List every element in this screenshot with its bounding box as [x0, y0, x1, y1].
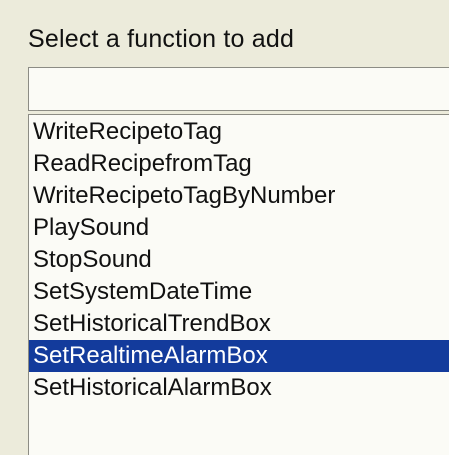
list-item[interactable]: SetSystemDateTime	[29, 276, 449, 308]
list-item[interactable]: WriteRecipetoTagByNumber	[29, 180, 449, 212]
function-selection-dialog: Select a function to add WriteRecipetoTa…	[0, 0, 449, 455]
list-item[interactable]: StopSound	[29, 244, 449, 276]
function-search-input[interactable]	[28, 67, 449, 111]
list-item[interactable]: SetHistoricalTrendBox	[29, 308, 449, 340]
function-list[interactable]: WriteRecipetoTag ReadRecipefromTag Write…	[28, 114, 449, 455]
list-item-selected[interactable]: SetRealtimeAlarmBox	[29, 340, 449, 372]
list-item[interactable]: WriteRecipetoTag	[29, 116, 449, 148]
list-item[interactable]: ReadRecipefromTag	[29, 148, 449, 180]
list-item[interactable]: SetHistoricalAlarmBox	[29, 372, 449, 404]
prompt-label: Select a function to add	[28, 25, 295, 53]
list-item[interactable]: PlaySound	[29, 212, 449, 244]
